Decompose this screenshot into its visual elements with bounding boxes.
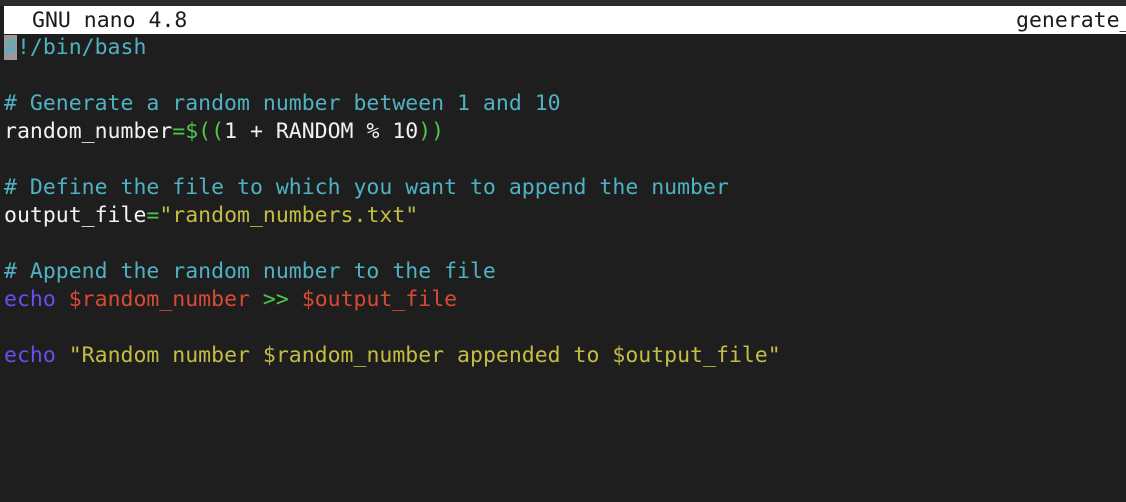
keyword: echo xyxy=(4,343,56,368)
comment: # Append the random number to the file xyxy=(4,259,496,284)
operator: =$(( xyxy=(172,119,225,144)
shebang: !/bin/bash xyxy=(16,35,147,60)
app-title: GNU nano 4.8 xyxy=(32,8,188,33)
variable-ref: $output_file xyxy=(301,287,458,312)
code-line[interactable]: echo "Random number $random_number appen… xyxy=(4,342,1126,370)
editor-area[interactable]: #!/bin/bash # Generate a random number b… xyxy=(4,34,1126,370)
arithmetic-expression: 1 + RANDOM % 10 xyxy=(224,119,419,144)
terminal-window[interactable]: GNU nano 4.8 generate_ #!/bin/bash # Gen… xyxy=(0,0,1126,502)
operator: )) xyxy=(418,119,445,144)
variable-name: output_file xyxy=(4,203,147,228)
variable-name: random_number xyxy=(4,119,173,144)
code-line[interactable] xyxy=(4,62,1126,90)
code-line[interactable] xyxy=(4,314,1126,342)
code-line[interactable]: #!/bin/bash xyxy=(4,34,1126,62)
operator: = xyxy=(146,203,160,228)
code-line[interactable] xyxy=(4,230,1126,258)
code-line[interactable]: # Define the file to which you want to a… xyxy=(4,174,1126,202)
file-name: generate_ xyxy=(1016,8,1126,33)
comment: # Define the file to which you want to a… xyxy=(4,175,729,200)
code-line[interactable]: echo $random_number >> $output_file xyxy=(4,286,1126,314)
comment: # Generate a random number between 1 and… xyxy=(4,91,561,116)
redirect-operator: >> xyxy=(262,287,289,312)
string-literal: "random_numbers.txt" xyxy=(159,203,419,228)
variable-ref: $random_number xyxy=(68,287,250,312)
code-line[interactable]: # Generate a random number between 1 and… xyxy=(4,90,1126,118)
code-line[interactable] xyxy=(4,146,1126,174)
keyword: echo xyxy=(4,287,56,312)
code-line[interactable]: random_number=$((1 + RANDOM % 10)) xyxy=(4,118,1126,146)
code-line[interactable]: output_file="random_numbers.txt" xyxy=(4,202,1126,230)
code-line[interactable]: # Append the random number to the file xyxy=(4,258,1126,286)
string-literal: "Random number $random_number appended t… xyxy=(68,343,781,368)
text-cursor: # xyxy=(4,35,17,60)
nano-title-bar: GNU nano 4.8 generate_ xyxy=(4,6,1126,34)
